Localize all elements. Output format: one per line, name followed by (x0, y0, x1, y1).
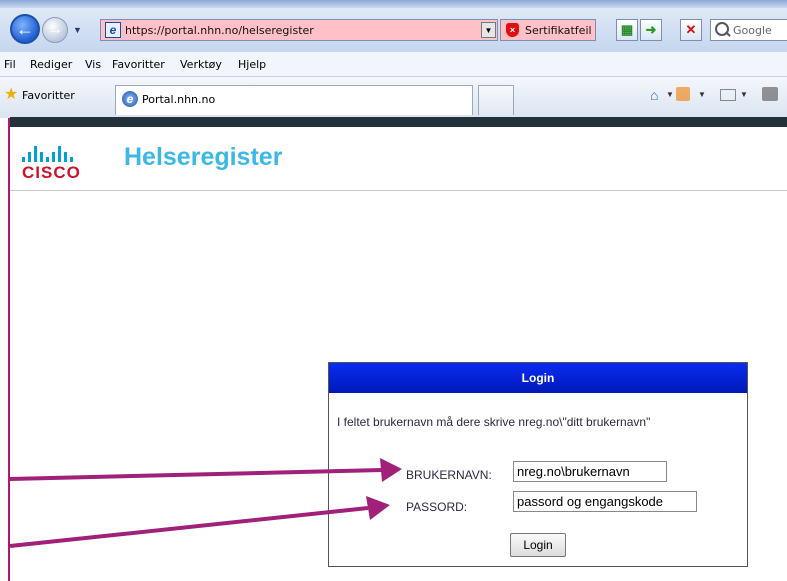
forward-button[interactable]: → (42, 17, 68, 43)
search-placeholder: Google (733, 24, 772, 37)
search-box[interactable]: Google (710, 19, 787, 41)
mail-dropdown-icon[interactable]: ▼ (740, 90, 748, 99)
certificate-error-button[interactable]: × Sertifikatfeil (500, 19, 596, 41)
login-instructions: I feltet brukernavn må dere skrive nreg.… (337, 415, 651, 429)
page-left-border (8, 118, 10, 581)
home-icon[interactable]: ⌂ (650, 87, 658, 103)
menu-rediger[interactable]: Rediger (30, 58, 72, 71)
stop-button[interactable]: ✕ (680, 19, 702, 41)
login-panel: Login I feltet brukernavn må dere skrive… (328, 362, 748, 567)
arrow-left-icon: ← (16, 18, 34, 39)
header-divider (10, 190, 787, 191)
compatibility-icon: ▦ (620, 22, 634, 37)
new-tab-button[interactable] (478, 85, 514, 115)
address-bar[interactable]: e https://portal.nhn.no/helseregister (100, 19, 498, 41)
cisco-logo-text: CISCO (22, 163, 81, 182)
close-icon: ✕ (685, 22, 697, 37)
password-field[interactable] (513, 491, 697, 512)
arrow-right-icon: → (47, 21, 63, 38)
back-button[interactable]: ← (10, 14, 40, 44)
compatibility-view-button[interactable]: ▦ (616, 19, 638, 41)
menu-verktoy[interactable]: Verktøy (180, 58, 222, 71)
cisco-logo-icon (22, 146, 94, 162)
tab-title: Portal.nhn.no (142, 93, 216, 106)
page-top-bar (10, 117, 787, 127)
shield-error-icon: × (506, 23, 519, 37)
history-dropdown-icon[interactable]: ▼ (73, 25, 82, 35)
feed-dropdown-icon[interactable]: ▼ (698, 90, 706, 99)
url-text: https://portal.nhn.no/helseregister (125, 24, 314, 37)
login-header: Login (329, 363, 747, 393)
certificate-error-label: Sertifikatfeil (525, 24, 592, 37)
menu-vis[interactable]: Vis (85, 58, 101, 71)
username-arrow (9, 468, 383, 481)
username-label: BRUKERNAVN: (406, 468, 492, 482)
go-arrow-icon: ➜ (645, 22, 657, 37)
username-field[interactable] (513, 461, 667, 482)
home-dropdown-icon[interactable]: ▼ (666, 90, 674, 99)
menu-favoritter[interactable]: Favoritter (112, 58, 165, 71)
window-titlebar (0, 0, 787, 8)
address-dropdown-icon[interactable]: ▼ (481, 22, 496, 38)
menu-fil[interactable]: Fil (4, 58, 16, 71)
print-icon[interactable] (762, 87, 778, 101)
favorites-bar: ★ Favoritter e Portal.nhn.no ⌂ ▼ ▼ ▼ (0, 77, 787, 118)
page-title: Helseregister (124, 143, 283, 171)
menu-bar: Fil Rediger Vis Favoritter Verktøy Hjelp (0, 52, 787, 77)
login-button[interactable]: Login (510, 533, 566, 557)
mail-icon[interactable] (720, 89, 736, 101)
ie-logo-icon: e (122, 91, 138, 107)
star-icon: ★ (4, 86, 19, 103)
password-label: PASSORD: (406, 500, 468, 514)
ie-page-icon: e (105, 22, 121, 38)
rss-feed-icon[interactable] (676, 87, 690, 101)
browser-tab[interactable]: e Portal.nhn.no (115, 85, 473, 115)
menu-hjelp[interactable]: Hjelp (238, 58, 266, 71)
favorites-button[interactable]: Favoritter (22, 89, 75, 102)
password-arrow (9, 506, 369, 548)
search-icon (715, 22, 729, 36)
refresh-go-button[interactable]: ➜ (640, 19, 662, 41)
